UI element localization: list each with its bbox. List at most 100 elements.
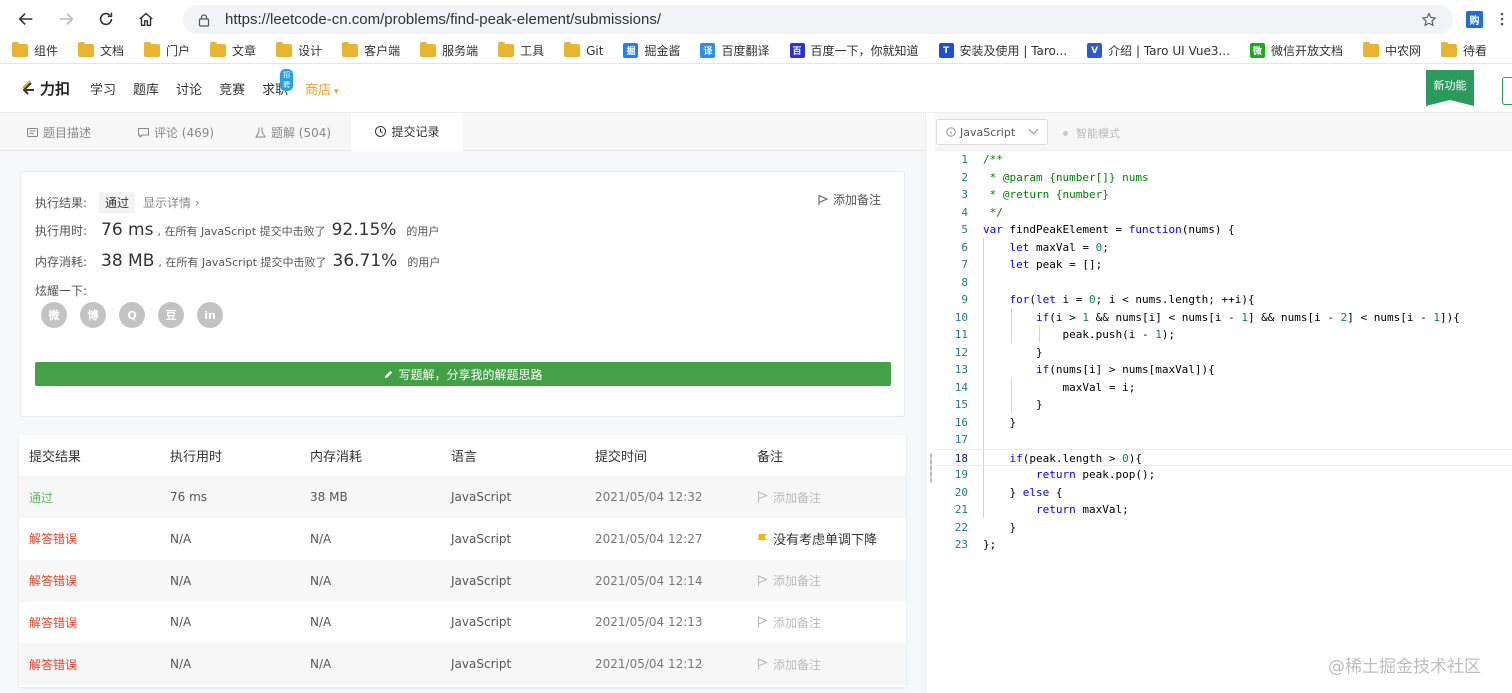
nav-item-0[interactable]: 学习	[90, 79, 116, 98]
submission-status[interactable]: 解答错误	[29, 656, 77, 673]
bookmark-item[interactable]: 工具	[498, 42, 544, 59]
bookmark-item[interactable]: 百百度一下，你就知道	[789, 42, 919, 59]
table-row[interactable]: 解答错误 N/A N/A JavaScript 2021/05/04 12:27 没有考虑…	[19, 518, 906, 560]
table-row[interactable]: 通过 76 ms 38 MB JavaScript 2021/05/04 12:32 添加…	[19, 476, 906, 518]
language-select[interactable]: JavaScript	[936, 119, 1048, 145]
splitter-handle-icon[interactable]	[930, 453, 932, 483]
bookmark-item[interactable]: 译百度翻译	[700, 42, 770, 59]
extension-icon[interactable]: 购	[1466, 11, 1483, 28]
nav-item-4[interactable]: 求职 招聘	[262, 69, 294, 98]
reload-button[interactable]	[88, 1, 124, 37]
main-nav: 学习 题库 讨论 竞赛 求职 招聘 商店 ▾	[90, 69, 355, 98]
bookmark-item[interactable]: 中农网	[1362, 42, 1421, 59]
code-line: 20 } else {	[954, 485, 1063, 499]
linkedin-icon[interactable]: in	[197, 302, 223, 328]
bookmark-item[interactable]: 设计	[276, 42, 322, 59]
star-icon[interactable]	[1421, 12, 1437, 28]
submission-status[interactable]: 通过	[29, 489, 53, 506]
table-row[interactable]: 解答错误 N/A N/A JavaScript 2021/05/04 12:12 添加备注	[19, 643, 906, 686]
code-line: 16 }	[954, 415, 1017, 429]
wechat-icon[interactable]: 微	[41, 302, 67, 328]
lock-icon[interactable]	[197, 13, 211, 27]
column-header[interactable]: 备注	[757, 446, 783, 465]
code-line: 5 var findPeakElement = function(nums) {	[961, 223, 1235, 236]
clock-icon	[375, 126, 387, 137]
submission-status[interactable]: 解答错误	[29, 530, 77, 547]
code-line: 14 maxVal = i;	[954, 380, 1136, 394]
language-cell: JavaScript	[451, 490, 512, 504]
nav-item-1[interactable]: 题库	[133, 79, 159, 98]
folder-icon	[144, 42, 161, 57]
edge-button[interactable]	[1502, 77, 1512, 105]
column-header[interactable]: 执行用时	[170, 446, 222, 465]
add-note-button[interactable]: 添加备注	[757, 572, 821, 589]
code-line-current: 18 if(peak.length > 0){	[935, 448, 1512, 466]
write-solution-button[interactable]: 写题解，分享我的解题思路	[35, 362, 891, 386]
show-detail-link[interactable]: 显示详情 ›	[143, 194, 200, 211]
add-note-button[interactable]: 添加备注	[757, 489, 821, 506]
code-area[interactable]: 1/** 2 * @param {number[]} nums 3 * @ret…	[935, 151, 1512, 693]
runtime-value: 76 ms	[101, 220, 154, 240]
home-button[interactable]	[128, 1, 164, 37]
code-line: 4 */	[961, 205, 1003, 219]
nav-item-5[interactable]: 商店 ▾	[305, 79, 338, 98]
bookmark-label: 工具	[520, 44, 545, 58]
code-line: 19 return peak.pop();	[954, 468, 1156, 481]
weibo-icon[interactable]: 博	[80, 302, 106, 328]
url-text[interactable]: https://leetcode-cn.com/problems/find-pe…	[225, 11, 661, 28]
bookmark-item[interactable]: 文章	[210, 42, 256, 59]
submission-status[interactable]: 解答错误	[29, 614, 77, 631]
address-bar[interactable]: https://leetcode-cn.com/problems/find-pe…	[183, 5, 1453, 34]
bookmark-item[interactable]: 组件	[12, 42, 58, 59]
nav-item-2[interactable]: 讨论	[176, 79, 202, 98]
nav-item-3[interactable]: 竞赛	[219, 79, 245, 98]
column-header[interactable]: 语言	[451, 446, 477, 465]
bookmark-item[interactable]: 文档	[78, 42, 124, 59]
column-header[interactable]: 内存消耗	[310, 446, 362, 465]
forward-button[interactable]	[48, 1, 84, 37]
add-note-button[interactable]: 添加备注	[757, 656, 821, 673]
table-row[interactable]: 解答错误 N/A N/A JavaScript 2021/05/04 12:14 添加备注	[19, 559, 906, 602]
chevron-down-icon	[1028, 124, 1039, 135]
code-line: 12 }	[954, 345, 1043, 359]
tab-description[interactable]: 题目描述	[0, 113, 117, 151]
code-line: 11 peak.push(i - 1);	[954, 328, 1176, 341]
qq-icon[interactable]: Q	[119, 302, 145, 328]
bookmark-item[interactable]: V 介绍 | Taro UI Vue3...	[1087, 42, 1230, 59]
wechat-icon: 微	[1249, 43, 1265, 58]
bookmark-item[interactable]: 掘掘金酱	[623, 42, 680, 59]
note-cell[interactable]: 没有考虑单调下降	[757, 529, 877, 548]
code-line: 23};	[954, 538, 997, 551]
add-note-button[interactable]: 添加备注	[817, 191, 881, 208]
bookmark-item[interactable]: 门户	[144, 42, 190, 59]
douban-icon[interactable]: 豆	[158, 302, 184, 328]
bookmark-item[interactable]: 微微信开放文档	[1249, 42, 1343, 59]
tab-comments[interactable]: 评论 (469)	[117, 113, 234, 151]
table-row[interactable]: 解答错误 N/A N/A JavaScript 2021/05/04 12:13 添加备注	[19, 601, 906, 643]
column-header[interactable]: 提交结果	[29, 446, 81, 465]
bookmark-item[interactable]: T 安装及使用 | Taro...	[938, 42, 1067, 59]
tab-solutions[interactable]: 题解 (504)	[234, 113, 351, 151]
bookmark-item[interactable]: Git	[564, 42, 603, 58]
submitted-time-cell: 2021/05/04 12:12	[595, 657, 703, 672]
back-button[interactable]	[8, 1, 44, 37]
add-note-button[interactable]: 添加备注	[757, 614, 821, 631]
more-menu-icon[interactable]	[1496, 11, 1508, 27]
bookmark-item[interactable]: 服务端	[420, 42, 478, 59]
folder-icon	[12, 42, 28, 57]
arrow-left-icon	[18, 13, 33, 25]
pane-splitter[interactable]	[925, 113, 935, 693]
code-line: 1/**	[961, 153, 1003, 166]
smart-mode-toggle[interactable]: 智能模式	[1063, 125, 1120, 141]
reload-icon	[99, 12, 113, 26]
bookmark-item[interactable]: 待看	[1440, 42, 1487, 59]
runtime-label: 执行用时:	[35, 224, 88, 238]
memory-row: 内存消耗: 38 MB , 在所有 JavaScript 提交中击败了 36.7…	[35, 251, 440, 271]
runtime-suffix: 的用户	[406, 225, 440, 238]
new-feature-badge[interactable]: 新功能	[1426, 70, 1474, 106]
bookmark-item[interactable]: 客户端	[342, 42, 400, 59]
submission-status[interactable]: 解答错误	[29, 572, 77, 589]
column-header[interactable]: 提交时间	[595, 446, 647, 465]
tab-submissions[interactable]: 提交记录	[351, 113, 463, 151]
leetcode-logo[interactable]: 力扣	[20, 78, 70, 99]
